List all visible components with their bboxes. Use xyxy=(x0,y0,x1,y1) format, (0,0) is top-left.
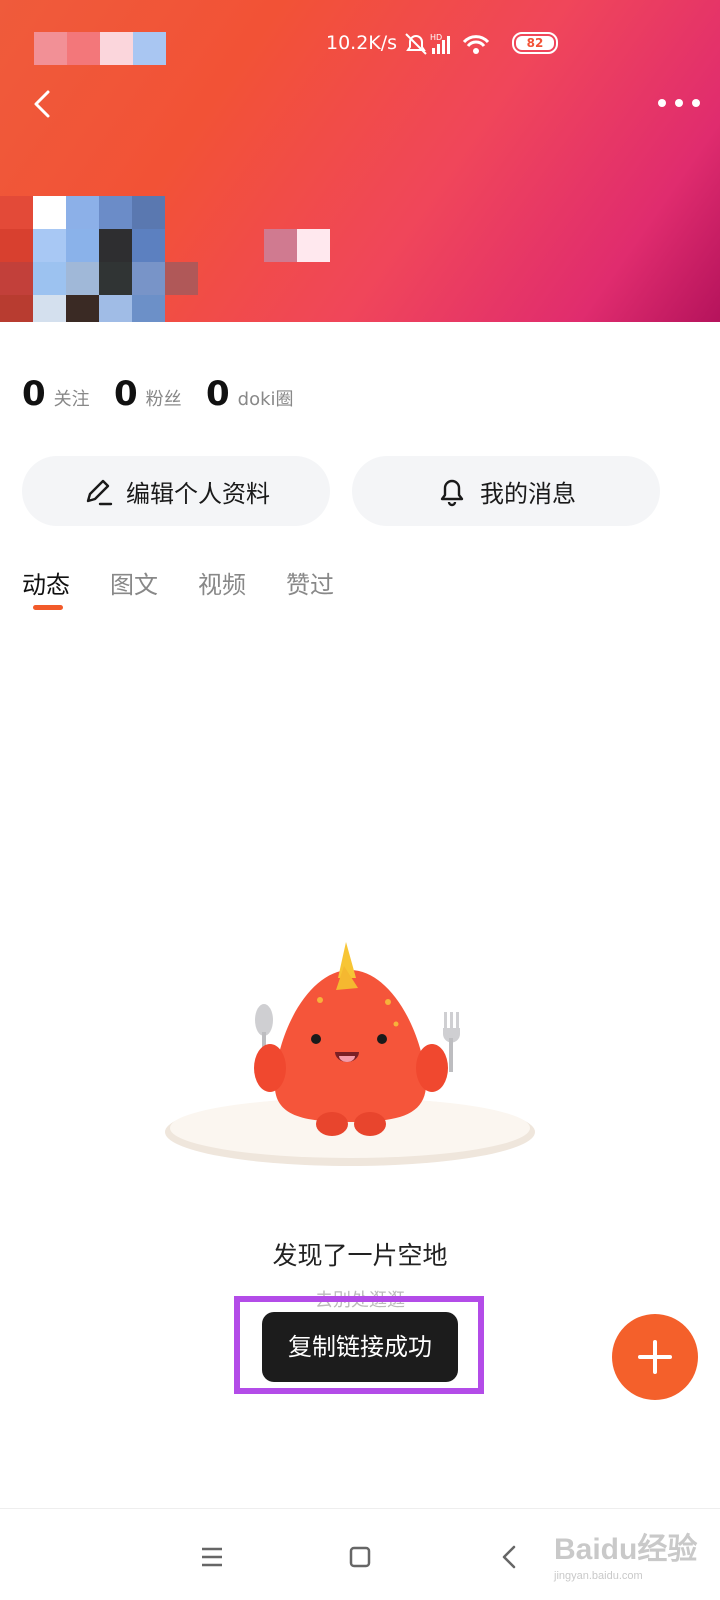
more-options-icon[interactable] xyxy=(654,88,704,118)
plus-icon xyxy=(638,1340,672,1374)
baidu-jingyan-watermark: Baidu经验 jingyan.baidu.com xyxy=(550,1520,720,1590)
active-tab-indicator xyxy=(33,605,63,610)
tab-activity[interactable]: 动态 xyxy=(22,565,70,600)
following-label: 关注 xyxy=(53,389,90,410)
doki-label: doki圈 xyxy=(237,389,294,410)
stat-doki[interactable]: 0 doki圈 xyxy=(206,374,294,418)
svg-text:HD: HD xyxy=(430,33,442,42)
edit-profile-label: 编辑个人资料 xyxy=(126,479,270,508)
back-icon[interactable] xyxy=(26,86,62,122)
doki-count: 0 xyxy=(206,374,230,414)
tab-posts[interactable]: 图文 xyxy=(110,565,158,600)
status-bar: 10.2K/s HD 82 xyxy=(0,28,720,64)
copy-link-toast: 复制链接成功 xyxy=(262,1312,458,1382)
empty-state-title: 发现了一片空地 xyxy=(272,1241,448,1270)
watermark-text: Baidu经验 xyxy=(554,1533,698,1566)
watermark-url: jingyan.baidu.com xyxy=(554,1570,643,1582)
net-speed: 10.2K/s xyxy=(326,32,398,54)
edit-profile-button[interactable]: 编辑个人资料 xyxy=(22,456,330,526)
fans-label: 粉丝 xyxy=(145,389,182,410)
home-icon[interactable] xyxy=(340,1537,380,1577)
following-count: 0 xyxy=(22,374,46,414)
tab-liked[interactable]: 赞过 xyxy=(286,565,334,600)
pencil-icon xyxy=(86,479,113,506)
content-tabs: 动态 图文 视频 赞过 xyxy=(22,565,422,615)
my-messages-button[interactable]: 我的消息 xyxy=(352,456,660,526)
stat-fans[interactable]: 0 粉丝 xyxy=(114,374,182,418)
battery-level: 82 xyxy=(516,36,554,50)
tab-videos[interactable]: 视频 xyxy=(198,565,246,600)
my-messages-label: 我的消息 xyxy=(480,479,576,508)
stat-following[interactable]: 0 关注 xyxy=(22,374,90,418)
profile-header: 10.2K/s HD 82 xyxy=(0,0,720,322)
empty-state-mascot-illustration xyxy=(165,942,535,1166)
bell-icon xyxy=(440,479,464,507)
battery-indicator: 82 xyxy=(512,32,558,54)
profile-stats: 0 关注 0 粉丝 0 doki圈 xyxy=(22,374,702,418)
fans-count: 0 xyxy=(114,374,138,414)
menu-icon[interactable] xyxy=(192,1537,232,1577)
create-post-button[interactable] xyxy=(612,1314,698,1400)
back-nav-icon[interactable] xyxy=(490,1537,530,1577)
